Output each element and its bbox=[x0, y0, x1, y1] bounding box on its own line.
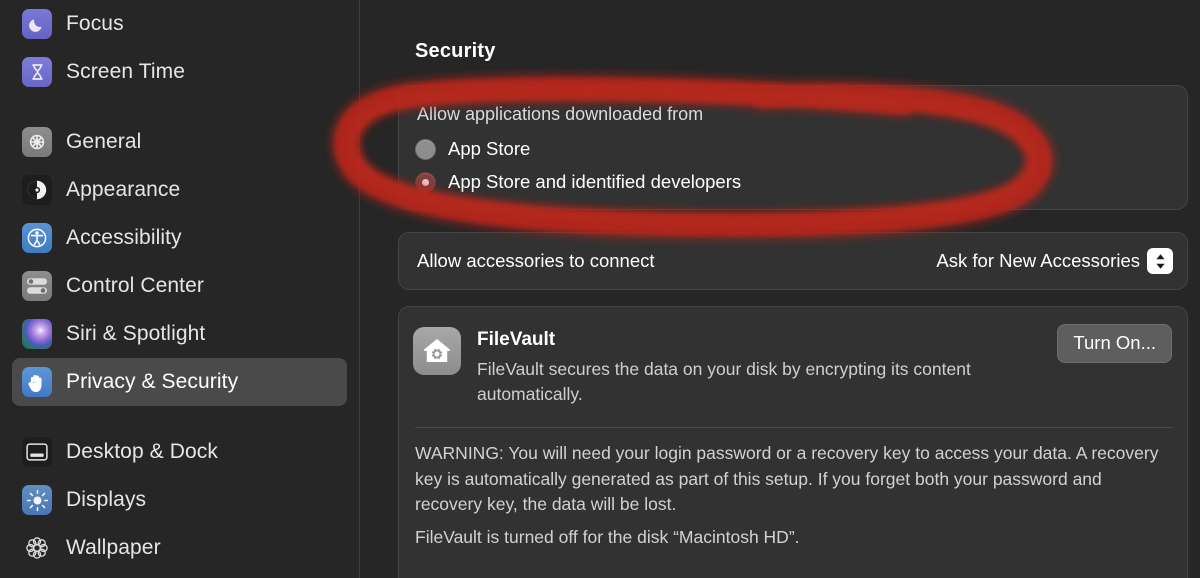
sidebar-item-appearance[interactable]: Appearance bbox=[12, 166, 347, 214]
sidebar-item-label: General bbox=[66, 130, 142, 153]
brightness-icon bbox=[22, 485, 52, 515]
accessories-card: Allow accessories to connect Ask for New… bbox=[398, 232, 1188, 290]
sidebar-item-list: Focus Screen Time General Appearance Accessi… bbox=[0, 0, 359, 572]
accessories-label: Allow accessories to connect bbox=[417, 250, 655, 271]
gatekeeper-group-label: Allow applications downloaded from bbox=[417, 104, 704, 124]
radio-label-app-store-and-identified-developers: App Store and identified developers bbox=[448, 171, 742, 192]
sidebar-item-control-center[interactable]: Control Center bbox=[12, 262, 347, 310]
sidebar-group-separator bbox=[0, 406, 359, 428]
toggles-icon bbox=[22, 271, 52, 301]
filevault-turn-on-button[interactable]: Turn On... bbox=[1057, 324, 1172, 363]
settings-detail-pane: Security Allow applications downloaded f… bbox=[361, 0, 1200, 578]
hourglass-icon bbox=[22, 57, 52, 87]
sidebar-item-privacy-security[interactable]: Privacy & Security bbox=[12, 358, 347, 406]
sidebar-item-desktop-dock[interactable]: Desktop & Dock bbox=[12, 428, 347, 476]
filevault-description: FileVault secures the data on your disk … bbox=[477, 359, 971, 404]
chevron-up-down-icon[interactable] bbox=[1147, 248, 1173, 274]
filevault-warning-text: WARNING: You will need your login passwo… bbox=[415, 443, 1159, 514]
sidebar-item-label: Wallpaper bbox=[66, 536, 161, 559]
sidebar-item-label: Accessibility bbox=[66, 226, 182, 249]
filevault-title: FileVault bbox=[477, 329, 556, 350]
system-settings-window: Focus Screen Time General Appearance Accessi… bbox=[0, 0, 1200, 578]
sidebar-item-label: Desktop & Dock bbox=[66, 440, 218, 463]
appearance-icon bbox=[22, 175, 52, 205]
radio-label-app-store: App Store bbox=[448, 138, 531, 159]
filevault-card: FileVault FileVault secures the data on … bbox=[398, 306, 1188, 578]
sidebar-item-label: Control Center bbox=[66, 274, 204, 297]
accessories-popup-button[interactable]: Ask for New Accessories bbox=[936, 248, 1173, 274]
settings-sidebar: Focus Screen Time General Appearance Accessi… bbox=[0, 0, 360, 578]
gatekeeper-card: Allow applications downloaded from App S… bbox=[398, 85, 1188, 210]
sidebar-item-label: Screen Time bbox=[66, 60, 185, 83]
accessories-selected-value: Ask for New Accessories bbox=[936, 250, 1140, 271]
desktop-dock-icon bbox=[22, 437, 52, 467]
filevault-house-icon bbox=[413, 327, 461, 375]
sidebar-item-general[interactable]: General bbox=[12, 118, 347, 166]
sidebar-item-label: Displays bbox=[66, 488, 147, 511]
gear-icon bbox=[22, 127, 52, 157]
flower-icon bbox=[22, 533, 52, 563]
siri-orb-icon bbox=[22, 319, 52, 349]
filevault-status-text: FileVault is turned off for the disk “Ma… bbox=[415, 527, 800, 547]
sidebar-item-displays[interactable]: Displays bbox=[12, 476, 347, 524]
sidebar-group-separator bbox=[0, 96, 359, 118]
hand-icon bbox=[22, 367, 52, 397]
radio-button-app-store-and-identified-developers[interactable] bbox=[415, 171, 436, 193]
page-title: Security bbox=[415, 40, 496, 62]
sidebar-item-label: Siri & Spotlight bbox=[66, 322, 206, 345]
sidebar-item-label: Appearance bbox=[66, 178, 181, 201]
radio-option-app-store[interactable]: App Store bbox=[415, 138, 530, 160]
sidebar-item-screen-time[interactable]: Screen Time bbox=[12, 48, 347, 96]
sidebar-item-label: Privacy & Security bbox=[66, 370, 239, 393]
sidebar-item-focus[interactable]: Focus bbox=[12, 0, 347, 48]
moon-icon bbox=[22, 9, 52, 39]
accessibility-icon bbox=[22, 223, 52, 253]
sidebar-item-wallpaper[interactable]: Wallpaper bbox=[12, 524, 347, 572]
divider bbox=[415, 427, 1173, 428]
sidebar-item-siri-spotlight[interactable]: Siri & Spotlight bbox=[12, 310, 347, 358]
sidebar-item-label: Focus bbox=[66, 12, 124, 35]
sidebar-item-accessibility[interactable]: Accessibility bbox=[12, 214, 347, 262]
radio-option-app-store-and-identified-developers[interactable]: App Store and identified developers bbox=[415, 171, 741, 193]
radio-button-app-store[interactable] bbox=[415, 138, 436, 160]
